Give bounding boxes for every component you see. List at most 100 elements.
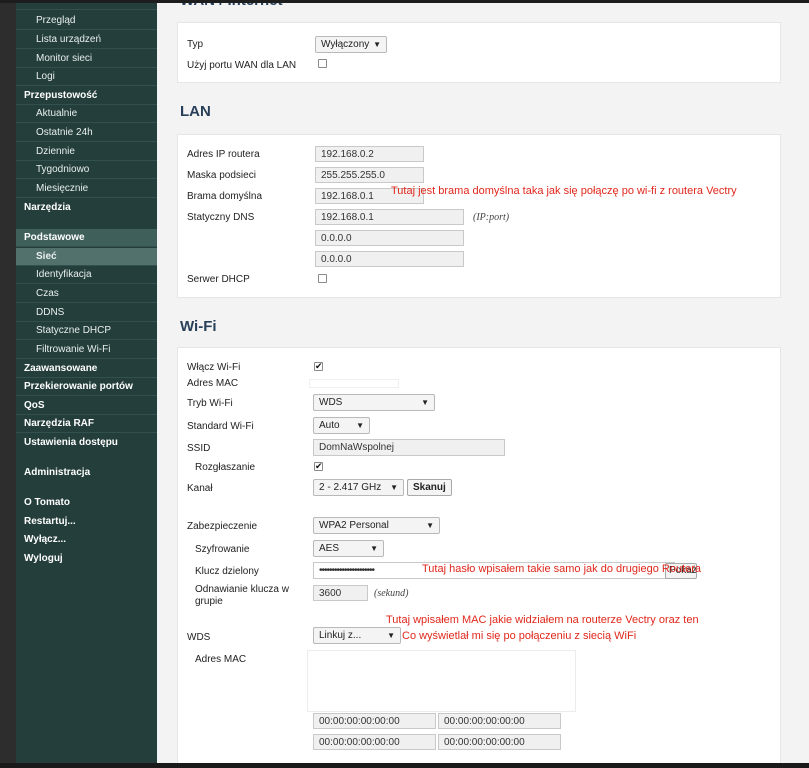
- chevron-down-icon: ▼: [370, 544, 378, 553]
- sidebar-item-tools[interactable]: Narzędzia: [16, 199, 157, 217]
- sidebar-item-weekly[interactable]: Tygodniowo: [16, 161, 157, 179]
- ssid-label: SSID: [187, 443, 211, 454]
- wds-mac-field-1[interactable]: 00:00:00:00:00:00: [313, 713, 436, 729]
- encryption-label: Szyfrowanie: [195, 544, 250, 555]
- chevron-down-icon: ▼: [387, 631, 395, 640]
- window-edge: [0, 0, 16, 768]
- group-rekey-unit: (sekund): [374, 588, 409, 599]
- lan-panel: Adres IP routera 192.168.0.2 Maska podsi…: [177, 134, 781, 298]
- router-ip-field[interactable]: 192.168.0.2: [315, 146, 424, 162]
- group-rekey-field[interactable]: 3600: [313, 585, 368, 601]
- wds-mac-field-4[interactable]: 00:00:00:00:00:00: [438, 734, 561, 750]
- chevron-down-icon: ▼: [421, 398, 429, 407]
- encryption-select[interactable]: AES ▼: [313, 540, 384, 557]
- sidebar-item-overview[interactable]: Przegląd: [16, 12, 157, 30]
- gateway-label: Brama domyślna: [187, 191, 263, 202]
- wan-panel: Typ Wyłączony ▼ Użyj portu WAN dla LAN: [177, 22, 781, 83]
- security-select[interactable]: WPA2 Personal ▼: [313, 517, 440, 534]
- dhcp-server-label: Serwer DHCP: [187, 274, 250, 285]
- sidebar-item-qos[interactable]: QoS: [16, 397, 157, 415]
- wan-type-label: Typ: [187, 39, 204, 50]
- chevron-down-icon: ▼: [426, 521, 434, 530]
- sidebar-item-about[interactable]: O Tomato: [16, 494, 157, 512]
- sidebar-item-restart[interactable]: Restartuj...: [16, 513, 157, 531]
- lan-section-title: LAN: [180, 103, 211, 120]
- scan-button[interactable]: Skanuj: [407, 479, 452, 496]
- dns1-field[interactable]: 192.168.0.1: [315, 209, 464, 225]
- app-window: Status Przegląd Lista urządzeń Monitor s…: [0, 0, 809, 768]
- sidebar-item-realtime[interactable]: Aktualnie: [16, 105, 157, 123]
- sidebar-item-logout[interactable]: Wyloguj: [16, 550, 157, 568]
- sidebar-item-network[interactable]: Sieć: [16, 248, 157, 266]
- dns3-field[interactable]: 0.0.0.0: [315, 251, 464, 267]
- enable-wifi-checkbox[interactable]: ✔: [314, 362, 323, 371]
- sidebar-item-time[interactable]: Czas: [16, 285, 157, 303]
- ssid-field[interactable]: DomNaWspolnej: [313, 439, 505, 456]
- sidebar-item-shutdown[interactable]: Wyłącz...: [16, 531, 157, 549]
- window-top-border: [0, 0, 809, 3]
- wan-type-select[interactable]: Wyłączony ▼: [315, 36, 387, 53]
- encryption-value: AES: [319, 543, 340, 554]
- netmask-label: Maska podsieci: [187, 170, 256, 181]
- channel-label: Kanał: [187, 483, 213, 494]
- sidebar-item-advanced[interactable]: Zaawansowane: [16, 360, 157, 378]
- wifi-standard-label: Standard Wi-Fi: [187, 421, 254, 432]
- dhcp-server-checkbox[interactable]: [318, 274, 327, 283]
- sidebar-item-static-dhcp[interactable]: Statyczne DHCP: [16, 322, 157, 340]
- security-value: WPA2 Personal: [319, 520, 389, 531]
- wds-label: WDS: [187, 632, 211, 643]
- channel-select[interactable]: 2 - 2.417 GHz ▼: [313, 479, 404, 496]
- wan-type-value: Wyłączony: [321, 39, 370, 50]
- use-wan-port-checkbox[interactable]: [318, 59, 327, 68]
- wds-value: Linkuj z...: [319, 630, 362, 641]
- sidebar-item-wifi-filter[interactable]: Filtrowanie Wi-Fi: [16, 341, 157, 359]
- wifi-standard-value: Auto: [319, 420, 340, 431]
- broadcast-checkbox[interactable]: ✔: [314, 462, 323, 471]
- use-wan-port-label: Użyj portu WAN dla LAN: [187, 60, 297, 71]
- sidebar-item-ddns[interactable]: DDNS: [16, 304, 157, 322]
- sidebar-item-raf-tools[interactable]: Narzędzia RAF: [16, 415, 157, 433]
- key-annotation: Tutaj hasło wpisałem takie samo jak do d…: [422, 563, 702, 575]
- wifi-standard-select[interactable]: Auto ▼: [313, 417, 370, 434]
- chevron-down-icon: ▼: [373, 40, 381, 49]
- sidebar-item-administration[interactable]: Administracja: [16, 464, 157, 482]
- sidebar-item-access-settings[interactable]: Ustawienia dostępu: [16, 434, 157, 452]
- dns-port-hint: (IP:port): [473, 212, 510, 223]
- dns2-field[interactable]: 0.0.0.0: [315, 230, 464, 246]
- sidebar-item-device-list[interactable]: Lista urządzeń: [16, 31, 157, 49]
- enable-wifi-label: Włącz Wi-Fi: [187, 362, 241, 373]
- sidebar-item-identification[interactable]: Identyfikacja: [16, 266, 157, 284]
- wds-mac-field-3[interactable]: 00:00:00:00:00:00: [313, 734, 436, 750]
- security-label: Zabezpieczenie: [187, 521, 258, 532]
- sidebar-item-daily[interactable]: Dziennie: [16, 143, 157, 161]
- sidebar-item-logs[interactable]: Logi: [16, 68, 157, 86]
- sidebar-item-basic[interactable]: Podstawowe: [16, 229, 157, 247]
- wds-select[interactable]: Linkuj z... ▼: [313, 627, 401, 644]
- window-bottom-border: [0, 763, 809, 768]
- mac-annotation-line-1: Tutaj wpisałem MAC jakie widziałem na ro…: [386, 614, 699, 626]
- mac-annotation-line-2: Co wyświetlał mi się po połączeniu z sie…: [402, 630, 637, 642]
- shared-key-label: Klucz dzielony: [195, 566, 259, 577]
- wifi-panel: Włącz Wi-Fi ✔ Adres MAC Tryb Wi-Fi WDS ▼…: [177, 347, 781, 763]
- sidebar-item-network-monitor[interactable]: Monitor sieci: [16, 50, 157, 68]
- wifi-mode-value: WDS: [319, 397, 343, 408]
- sidebar-item-port-forwarding[interactable]: Przekierowanie portów: [16, 378, 157, 396]
- netmask-field[interactable]: 255.255.255.0: [315, 167, 424, 183]
- wifi-mac-label: Adres MAC: [187, 378, 239, 389]
- wifi-section-title: Wi-Fi: [180, 318, 217, 335]
- router-ip-label: Adres IP routera: [187, 149, 260, 160]
- wifi-mode-select[interactable]: WDS ▼: [313, 394, 435, 411]
- main-content: WAN / Internet Typ Wyłączony ▼ Użyj port…: [157, 0, 809, 763]
- wifi-mode-label: Tryb Wi-Fi: [187, 398, 233, 409]
- chevron-down-icon: ▼: [356, 421, 364, 430]
- wds-mac-textarea[interactable]: [307, 650, 576, 712]
- wds-mac-field-2[interactable]: 00:00:00:00:00:00: [438, 713, 561, 729]
- sidebar-item-bandwidth[interactable]: Przepustowość: [16, 87, 157, 105]
- sidebar-item-last-24h[interactable]: Ostatnie 24h: [16, 124, 157, 142]
- sidebar-item-monthly[interactable]: Miesięcznie: [16, 180, 157, 198]
- static-dns-label: Statyczny DNS: [187, 212, 255, 223]
- group-rekey-label-1: Odnawianie klucza w: [195, 584, 289, 595]
- wifi-mac-field[interactable]: [309, 379, 399, 388]
- group-rekey-label-2: grupie: [195, 596, 223, 607]
- gateway-annotation: Tutaj jest brama domyślna taka jak się p…: [391, 185, 737, 197]
